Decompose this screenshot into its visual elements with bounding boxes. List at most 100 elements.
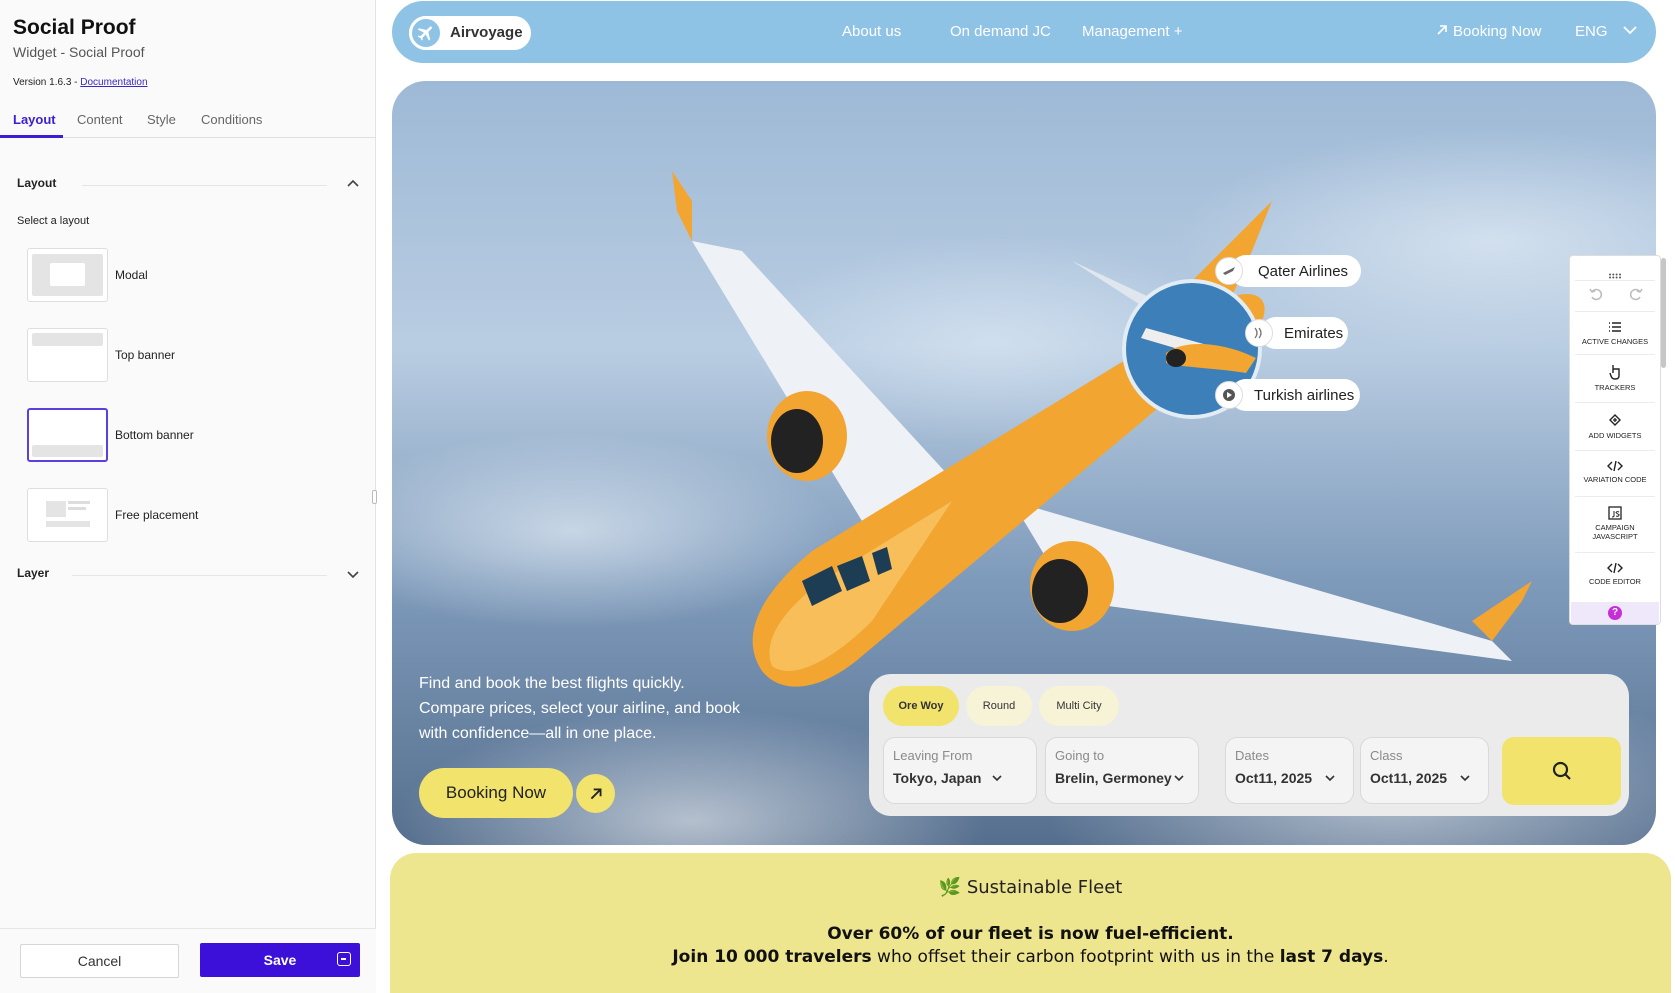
dates-field[interactable]: Dates Oct11, 2025	[1225, 737, 1354, 804]
tool-label: CODE EDITOR	[1589, 577, 1641, 586]
hero-booking-arrow-button[interactable]	[576, 774, 615, 813]
banner-line-2: Join 10 000 travelers who offset their c…	[390, 947, 1671, 967]
nav-link-about[interactable]: About us	[842, 23, 901, 40]
layout-section-label: Layout	[17, 176, 57, 190]
cancel-button[interactable]: Cancel	[20, 944, 179, 978]
booking-now-link[interactable]: Booking Now	[1435, 23, 1541, 40]
layout-option-top-banner[interactable]: Top banner	[27, 328, 327, 384]
chevron-up-icon[interactable]	[345, 176, 361, 192]
booking-now-label: Booking Now	[1453, 23, 1542, 40]
field-label: Going to	[1055, 748, 1105, 763]
airline-name: Emirates	[1284, 324, 1344, 342]
search-icon	[1552, 761, 1571, 780]
tab-conditions[interactable]: Conditions	[201, 112, 262, 127]
layer-section-header[interactable]: Layer	[17, 566, 367, 586]
free-placement-thumbnail	[27, 488, 108, 542]
pointer-hand-icon	[1609, 365, 1620, 380]
going-to-field[interactable]: Going to Brelin, Germoney	[1045, 737, 1199, 804]
undo-icon[interactable]	[1588, 286, 1604, 302]
campaign-javascript-tool[interactable]: CAMPAIGN JAVASCRIPT	[1575, 506, 1655, 541]
airline-option-emirates[interactable]: Emirates	[1245, 317, 1348, 349]
turkish-logo-icon	[1215, 381, 1243, 409]
variation-code-tool[interactable]: VARIATION CODE	[1575, 460, 1655, 484]
modal-thumbnail	[27, 248, 108, 302]
trackers-tool[interactable]: TRACKERS	[1575, 364, 1655, 392]
site-navbar: Airvoyage About us On demand JC Manageme…	[392, 1, 1656, 63]
airline-name: Turkish airlines	[1254, 386, 1355, 404]
tab-content[interactable]: Content	[77, 112, 123, 127]
panel-title: Social Proof	[13, 16, 136, 39]
airline-option-qatar[interactable]: Qater Airlines	[1215, 255, 1361, 287]
field-value: Oct11, 2025	[1370, 770, 1448, 786]
leaf-icon: 🌿	[938, 877, 962, 898]
redo-icon[interactable]	[1628, 286, 1644, 302]
banner-line-1: Over 60% of our fleet is now fuel-effici…	[827, 924, 1234, 944]
bottom-banner-thumbnail	[27, 408, 108, 462]
language-label: ENG	[1575, 23, 1608, 40]
code-icon	[1607, 460, 1623, 472]
version-text: Version 1.6.3 -	[13, 77, 81, 88]
tool-label: ACTIVE CHANGES	[1581, 337, 1649, 346]
layout-option-modal[interactable]: Modal	[27, 248, 327, 304]
save-button[interactable]: Save	[200, 943, 360, 977]
tool-label: VARIATION CODE	[1583, 475, 1647, 484]
airplane-icon	[409, 16, 443, 50]
chevron-down-icon	[1623, 26, 1637, 35]
panel-subtitle: Widget - Social Proof	[13, 44, 145, 60]
layout-option-bottom-banner[interactable]: Bottom banner	[27, 408, 327, 464]
save-options-icon[interactable]	[337, 952, 351, 966]
emirates-logo-icon	[1245, 319, 1273, 347]
chevron-down-icon[interactable]	[345, 566, 361, 582]
trip-type-round[interactable]: Round	[966, 686, 1032, 726]
hero-description: Find and book the best flights quickly. …	[419, 675, 741, 742]
preview-scrollbar[interactable]	[1661, 258, 1666, 368]
tab-layout[interactable]: Layout	[13, 112, 56, 127]
tool-label: CAMPAIGN JAVASCRIPT	[1592, 523, 1638, 541]
add-widgets-tool[interactable]: ADD WIDGETS	[1575, 412, 1655, 440]
chevron-down-icon	[1325, 775, 1335, 782]
save-label: Save	[263, 952, 297, 968]
tool-label: TRACKERS	[1594, 383, 1636, 392]
trip-type-multi-city[interactable]: Multi City	[1039, 686, 1119, 726]
code-editor-tool[interactable]: CODE EDITOR	[1575, 562, 1655, 586]
class-field[interactable]: Class Oct11, 2025	[1360, 737, 1489, 804]
banner-line-2-mid: who offset their carbon footprint with u…	[871, 947, 1280, 967]
code-icon	[1607, 562, 1623, 574]
select-layout-label: Select a layout	[17, 215, 90, 227]
brand-logo[interactable]: Airvoyage	[409, 16, 531, 50]
search-button[interactable]	[1502, 737, 1621, 805]
airline-option-turkish[interactable]: Turkish airlines	[1215, 379, 1360, 411]
active-tab-indicator	[0, 135, 63, 138]
version-info: Version 1.6.3 - Documentation	[13, 77, 148, 88]
layer-section-label: Layer	[17, 566, 50, 580]
banner-title-text: Sustainable Fleet	[966, 877, 1123, 898]
hero-booking-button[interactable]: Booking Now	[419, 768, 573, 818]
hero-section: Qater Airlines Emirates Turkish airlines…	[392, 81, 1656, 845]
layout-option-free-placement[interactable]: Free placement	[27, 488, 327, 544]
social-proof-banner: 🌿 Sustainable Fleet Over 60% of our flee…	[390, 853, 1671, 993]
active-changes-tool[interactable]: ACTIVE CHANGES	[1575, 320, 1655, 346]
tab-style[interactable]: Style	[147, 112, 176, 127]
banner-title: 🌿 Sustainable Fleet	[390, 877, 1671, 898]
drag-handle-icon[interactable]	[1608, 266, 1622, 279]
language-selector[interactable]: ENG	[1575, 23, 1638, 40]
layout-option-label: Free placement	[115, 508, 199, 522]
layout-option-label: Bottom banner	[115, 428, 194, 442]
leaving-from-field[interactable]: Leaving From Tokyo, Japan	[883, 737, 1037, 804]
banner-line-2-end: .	[1383, 947, 1389, 967]
help-icon[interactable]: ?	[1608, 606, 1622, 620]
documentation-link[interactable]: Documentation	[80, 77, 147, 88]
panel-resize-handle[interactable]	[372, 490, 377, 504]
chevron-down-icon	[992, 775, 1002, 782]
layout-section-header[interactable]: Layout	[17, 176, 367, 196]
field-value: Tokyo, Japan	[893, 770, 982, 786]
divider	[82, 185, 327, 186]
flight-search-card: Ore Woy Round Multi City Leaving From To…	[869, 674, 1629, 816]
qatar-logo-icon	[1215, 257, 1243, 285]
trip-type-one-way[interactable]: Ore Woy	[883, 686, 959, 726]
arrow-up-right-icon	[590, 788, 601, 799]
nav-link-management[interactable]: Management +	[1082, 23, 1182, 40]
layout-option-label: Modal	[115, 268, 148, 282]
editor-toolbar: ACTIVE CHANGES TRACKERS ADD WIDGETS VARI…	[1569, 255, 1661, 625]
nav-link-on-demand[interactable]: On demand JC	[950, 23, 1051, 40]
